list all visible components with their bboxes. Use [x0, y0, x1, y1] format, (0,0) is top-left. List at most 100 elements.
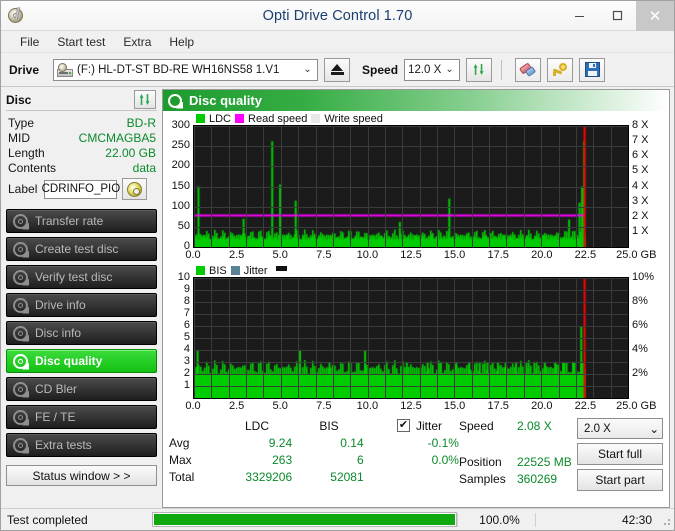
save-icon: [585, 62, 600, 77]
sidebar-item-drive-info[interactable]: Drive info: [6, 293, 157, 317]
stats-col-header-ldc: LDC: [221, 419, 293, 433]
x-tick-label: 7.5: [316, 249, 331, 261]
resize-grip-icon[interactable]: [660, 515, 670, 525]
x-tick-label: 17.5: [487, 400, 508, 412]
y-tick-label: 10: [178, 271, 190, 283]
x-tick-label: 0.0: [185, 249, 200, 261]
start-full-button[interactable]: Start full: [577, 443, 663, 465]
stats-col-header-bis: BIS: [293, 419, 365, 433]
chevron-down-icon: ⌄: [649, 422, 659, 436]
eject-button[interactable]: [324, 58, 350, 82]
stats-avg-ldc: 9.24: [221, 436, 293, 450]
content-panel: Disc quality LDC Read speed Write speed …: [162, 89, 670, 508]
x-tick-label: 10.0: [357, 400, 378, 412]
disc-test-icon: [13, 382, 28, 397]
disc-test-icon: [13, 354, 28, 369]
readout-value: 22525 MB: [517, 455, 572, 469]
x-tick-label: 0.0: [185, 400, 200, 412]
drive-label: Drive: [9, 63, 39, 77]
y2-tick-label: 8%: [632, 295, 648, 307]
sidebar-item-disc-info[interactable]: Disc info: [6, 321, 157, 345]
jitter-checkbox[interactable]: ✔: [397, 419, 410, 432]
y-tick-label: 2: [184, 367, 190, 379]
y2-tick-label: 1 X: [632, 225, 649, 237]
legend-swatch-marker: [276, 266, 287, 271]
sidebar-item-transfer-rate[interactable]: Transfer rate: [6, 209, 157, 233]
menu-item-file[interactable]: File: [11, 33, 48, 51]
menu-item-start-test[interactable]: Start test: [48, 33, 114, 51]
sidebar-item-label: Disc info: [35, 326, 81, 340]
drive-select[interactable]: (F:) HL-DT-ST BD-RE WH16NS58 1.V1 ⌄: [53, 59, 318, 81]
grid-line: [194, 362, 628, 363]
sidebar-item-create-test-disc[interactable]: Create test disc: [6, 237, 157, 261]
x-tick-label: 22.5: [575, 249, 596, 261]
sidebar-item-label: Create test disc: [35, 242, 118, 256]
ldc-plot-row: 300250200150100500 8 X7 X6 X5 X4 X3 X2 X…: [163, 125, 669, 248]
disc-label-field[interactable]: CDRINFO_PIO: [44, 180, 117, 199]
sidebar-item-label: Transfer rate: [35, 214, 103, 228]
grid-line: [194, 386, 628, 387]
bis-y2-axis-jitter: 10%8%6%4%2%: [629, 277, 669, 397]
sidebar-nav: Transfer rate Create test disc Verify te…: [6, 209, 157, 457]
y2-tick-label: 4 X: [632, 180, 649, 192]
disc-test-icon: [13, 298, 28, 313]
test-controls: Speed 2.08 X Position 22525 MB Samples 3…: [459, 417, 663, 491]
legend-label-jitter: Jitter: [244, 265, 268, 277]
bis-plot-row: 10987654321 10%8%6%4%2%: [163, 277, 669, 399]
ldc-chart-legend: LDC Read speed Write speed: [196, 112, 669, 125]
sidebar-item-cd-bler[interactable]: CD Bler: [6, 377, 157, 401]
disc-info-key: Type: [8, 116, 34, 130]
speed-select[interactable]: 12.0 X ⌄: [404, 59, 460, 81]
legend-label-read-speed: Read speed: [248, 113, 307, 125]
y-tick-label: 200: [172, 159, 190, 171]
statistics-area: LDC BIS ✔ Jitter Avg 9.24 0.14 -0.1%: [163, 415, 669, 493]
disc-panel-header: Disc: [6, 89, 157, 111]
test-speed-select[interactable]: 2.0 X ⌄: [577, 418, 663, 439]
disc-label-button[interactable]: [122, 178, 147, 200]
grid-line: [194, 278, 628, 279]
x-tick-label: 25.0 GB: [616, 400, 656, 412]
disc-info-row-mid: MID CMCMAGBA5: [8, 130, 156, 145]
sidebar-item-extra-tests[interactable]: Extra tests: [6, 433, 157, 457]
y-tick-label: 4: [184, 343, 190, 355]
settings-button[interactable]: [547, 58, 573, 82]
test-speed-value: 2.0 X: [584, 423, 611, 435]
sidebar-item-fe-te[interactable]: FE / TE: [6, 405, 157, 429]
legend-swatch-read-speed: [235, 114, 244, 123]
readout-spacer: [459, 434, 577, 453]
disc-label-key: Label: [8, 182, 37, 196]
save-button[interactable]: [579, 58, 605, 82]
ldc-plot-area[interactable]: [193, 125, 629, 248]
sidebar-item-disc-quality[interactable]: Disc quality: [6, 349, 157, 373]
menu-item-extra[interactable]: Extra: [114, 33, 160, 51]
grid-line: [194, 374, 628, 375]
eraser-icon: [520, 62, 537, 77]
y-tick-label: 7: [184, 307, 190, 319]
sidebar-item-verify-test-disc[interactable]: Verify test disc: [6, 265, 157, 289]
jitter-label: Jitter: [416, 419, 442, 433]
window-title: Opti Drive Control 1.70: [1, 8, 674, 24]
y-tick-label: 150: [172, 180, 190, 192]
disc-info-row-type: Type BD-R: [8, 115, 156, 130]
readout-speed: Speed 2.08 X: [459, 417, 577, 434]
start-part-button[interactable]: Start part: [577, 469, 663, 491]
y2-tick-label: 2%: [632, 367, 648, 379]
erase-button[interactable]: [515, 58, 541, 82]
stats-max-bis: 6: [292, 453, 364, 467]
refresh-icon: [138, 92, 153, 107]
disc-refresh-button[interactable]: [134, 90, 156, 109]
legend-swatch-bis: [196, 266, 205, 275]
status-window-button[interactable]: Status window > >: [6, 465, 157, 486]
grid-line: [194, 350, 628, 351]
readout-value: 2.08 X: [517, 419, 552, 433]
grid-line: [194, 227, 628, 228]
menu-item-help[interactable]: Help: [160, 33, 203, 51]
eject-icon: [331, 64, 344, 75]
disc-test-icon: [13, 326, 28, 341]
disc-test-icon: [13, 214, 28, 229]
refresh-button[interactable]: [466, 58, 492, 82]
disc-info-list: Type BD-R MID CMCMAGBA5 Length 22.00 GB …: [6, 111, 157, 203]
bis-plot-area[interactable]: [193, 277, 629, 399]
sidebar-item-label: Verify test disc: [35, 270, 112, 284]
jitter-checkbox-row[interactable]: ✔ Jitter: [397, 419, 442, 433]
